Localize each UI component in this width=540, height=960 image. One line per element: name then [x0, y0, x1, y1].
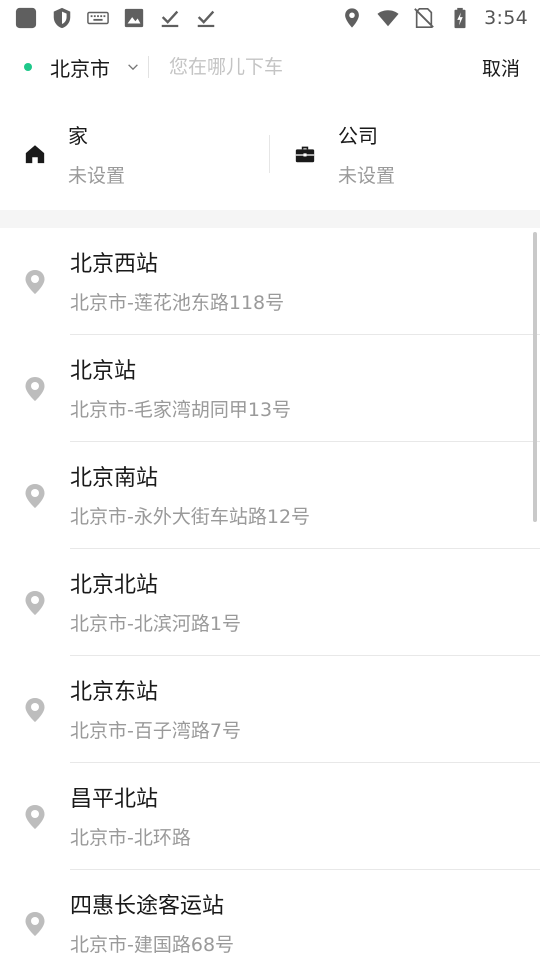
- status-time: 3:54: [484, 7, 528, 29]
- list-item[interactable]: 北京站 北京市-毛家湾胡同甲13号: [0, 335, 540, 442]
- list-item[interactable]: 昌平北站 北京市-北环路: [0, 763, 540, 870]
- place-address: 北京市-北环路: [70, 826, 191, 849]
- header-divider: [148, 56, 149, 78]
- list-item[interactable]: 北京南站 北京市-永外大街车站路12号: [0, 442, 540, 549]
- place-address: 北京市-莲花池东路118号: [70, 291, 285, 314]
- place-name: 北京东站: [70, 679, 159, 705]
- location-pin-icon: [0, 442, 70, 549]
- work-title: 公司: [338, 124, 378, 148]
- shield-icon: [50, 6, 74, 30]
- work-subtitle: 未设置: [338, 165, 396, 187]
- city-selector[interactable]: 北京市: [50, 53, 142, 82]
- location-pin-icon: [0, 335, 70, 442]
- home-icon: [24, 143, 46, 165]
- location-pin-icon: [0, 228, 70, 335]
- download-done-icon: [194, 6, 218, 30]
- status-right: 3:54: [340, 6, 528, 30]
- chevron-down-icon: [126, 59, 142, 75]
- place-name: 四惠长途客运站: [70, 894, 225, 919]
- screen: 3:54 北京市 取消 家 未设置: [0, 0, 540, 960]
- place-address: 北京市-百子湾路7号: [70, 719, 241, 742]
- download-done-icon: [158, 6, 182, 30]
- list-item[interactable]: 北京东站 北京市-百子湾路7号: [0, 656, 540, 763]
- city-name: 北京市: [50, 56, 110, 81]
- place-address: 北京市-永外大街车站路12号: [70, 505, 311, 528]
- list-item[interactable]: 四惠长途客运站 北京市-建国路68号: [0, 870, 540, 960]
- location-pin-icon: [0, 656, 70, 763]
- place-address: 北京市-北滨河路1号: [70, 612, 241, 635]
- location-pin-icon: [0, 549, 70, 656]
- place-name: 昌平北站: [70, 786, 159, 812]
- shortcut-divider: [269, 135, 270, 173]
- status-bar: 3:54: [0, 0, 540, 36]
- work-shortcut[interactable]: 公司 未设置: [270, 98, 540, 210]
- place-name: 北京西站: [70, 251, 159, 277]
- cancel-button[interactable]: 取消: [482, 54, 520, 81]
- list-item[interactable]: 北京北站 北京市-北滨河路1号: [0, 549, 540, 656]
- place-name: 北京北站: [70, 572, 159, 598]
- briefcase-icon: [294, 143, 316, 165]
- place-name: 北京南站: [70, 465, 159, 491]
- place-address: 北京市-建国路68号: [70, 934, 235, 956]
- search-header: 北京市 取消: [0, 36, 540, 98]
- location-pin-icon: [0, 870, 70, 960]
- section-separator: [0, 210, 540, 228]
- place-name: 北京站: [70, 358, 137, 384]
- location-icon: [340, 6, 364, 30]
- battery-charging-icon: [448, 6, 472, 30]
- destination-search-input[interactable]: [169, 56, 482, 78]
- place-address: 北京市-毛家湾胡同甲13号: [70, 398, 292, 421]
- city-indicator-dot: [24, 63, 32, 71]
- keyboard-icon: [86, 6, 110, 30]
- image-icon: [122, 6, 146, 30]
- list-scrollbar[interactable]: [533, 232, 537, 522]
- status-left: [14, 6, 218, 30]
- wifi-icon: [376, 6, 400, 30]
- app-icon: [14, 6, 38, 30]
- saved-places: 家 未设置 公司 未设置: [0, 98, 540, 210]
- no-sim-icon: [412, 6, 436, 30]
- list-item[interactable]: 北京西站 北京市-莲花池东路118号: [0, 228, 540, 335]
- home-shortcut[interactable]: 家 未设置: [0, 98, 270, 210]
- home-title: 家: [68, 124, 88, 148]
- place-suggestion-list: 北京西站 北京市-莲花池东路118号 北京站 北京市-毛家湾胡同甲13号 北京南…: [0, 228, 540, 960]
- home-subtitle: 未设置: [68, 165, 126, 187]
- location-pin-icon: [0, 763, 70, 870]
